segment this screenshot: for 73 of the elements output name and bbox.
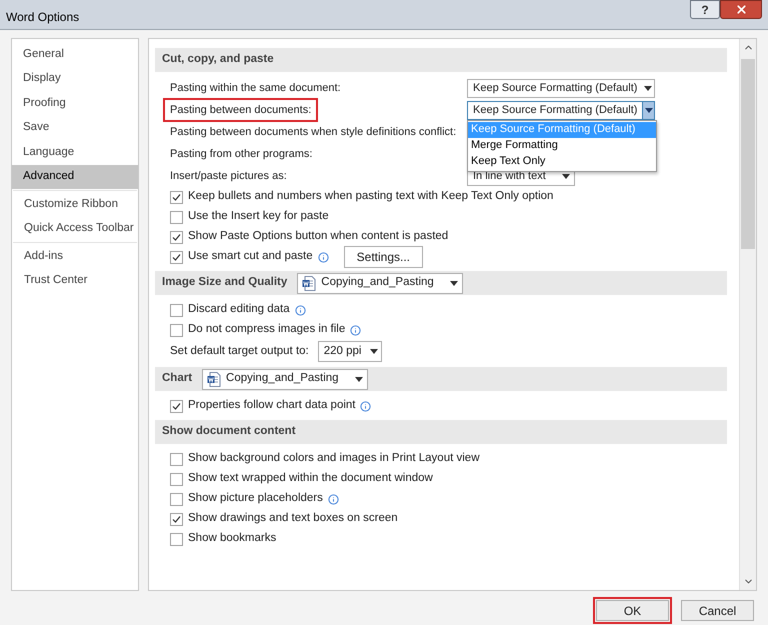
help-button[interactable]: ? [690, 0, 720, 19]
scrollbar[interactable] [739, 39, 756, 590]
dialog-button[interactable]: Cancel [678, 597, 757, 624]
settings-button[interactable]: Settings... [344, 246, 424, 268]
window-title: Word Options [6, 9, 80, 26]
caret-icon [355, 376, 364, 382]
checkbox-label: Do not compress images in file [188, 322, 346, 338]
document-icon [302, 276, 316, 290]
caret-icon [450, 280, 458, 286]
menu-option[interactable]: Merge Formatting [468, 138, 656, 154]
close-button[interactable] [720, 0, 762, 19]
checkbox[interactable] [170, 532, 183, 546]
checkbox-label: Use the Insert key for paste [188, 209, 329, 224]
dropdown[interactable]: 220 ppi [318, 341, 382, 362]
checkbox[interactable] [170, 452, 183, 466]
sidebar-item[interactable]: General [12, 42, 138, 66]
checkbox-label: Show drawings and text boxes on screen [188, 511, 398, 526]
info-icon [318, 252, 329, 262]
checkbox-label: Show bookmarks [188, 531, 276, 546]
caret-icon [644, 108, 653, 112]
checkbox-label: Show picture placeholders [188, 491, 323, 506]
sidebar-item[interactable]: Advanced [12, 164, 138, 189]
sidebar-item[interactable]: Customize Ribbon [13, 192, 137, 216]
checkbox-label: Show background colors and images in Print Layout view [188, 451, 480, 466]
option-label: Pasting within the same document: [169, 80, 342, 96]
checkbox-label: Discard editing data [188, 302, 290, 318]
document-dropdown[interactable]: Copying_and_Pasting [202, 368, 368, 390]
caret-icon [644, 86, 652, 90]
info-icon [294, 304, 306, 316]
checkbox[interactable] [170, 210, 183, 224]
document-icon [207, 372, 222, 386]
sidebar-item[interactable]: Language [12, 140, 138, 164]
section-title: Cut, copy, and paste [162, 52, 274, 68]
sidebar-item[interactable]: Proofing [12, 91, 138, 116]
sidebar-item[interactable]: Save [12, 116, 138, 140]
checkbox-label: Properties follow chart data point [188, 398, 356, 414]
checkbox-label: Keep bullets and numbers when pasting text with Keep Text Only option [188, 189, 554, 204]
checkbox[interactable] [170, 304, 183, 316]
caret-icon [562, 174, 570, 178]
section-title: Show document content [162, 424, 296, 440]
dropdown[interactable]: Keep Source Formatting (Default) [467, 100, 655, 120]
info-icon [328, 494, 339, 504]
sidebar-item[interactable]: Quick Access Toolbar [13, 216, 137, 241]
checkbox[interactable] [170, 190, 183, 204]
scroll-thumb[interactable] [741, 59, 755, 249]
checkbox[interactable] [170, 250, 183, 264]
checkbox[interactable] [170, 472, 183, 486]
checkbox[interactable] [170, 400, 183, 412]
option-label: Insert/paste pictures as: [169, 168, 288, 184]
section-title: Chart [162, 371, 192, 386]
checkbox[interactable] [170, 512, 183, 526]
caret-icon [370, 349, 378, 354]
checkbox[interactable] [170, 324, 183, 336]
checkbox-label: Use smart cut and paste [188, 249, 313, 264]
sidebar-item[interactable]: Add-ins [13, 244, 137, 268]
sidebar-item[interactable]: Display [12, 66, 138, 91]
option-label: Set default target output to: [170, 344, 309, 359]
sidebar-item[interactable]: Trust Center [13, 268, 137, 293]
info-icon [350, 324, 362, 336]
option-label: Pasting from other programs: [169, 146, 314, 162]
option-label: Pasting between documents when style definitions conflict: [169, 124, 458, 140]
option-label: Pasting between documents: [165, 100, 316, 120]
checkbox-label: Show Paste Options button when content is pasted [188, 229, 448, 244]
document-dropdown[interactable]: Copying_and_Pasting [297, 272, 464, 294]
menu-option[interactable]: Keep Text Only [468, 154, 656, 170]
close-icon [734, 3, 748, 16]
checkbox-label: Show text wrapped within the document window [188, 471, 433, 486]
dialog-button[interactable]: OK [593, 597, 672, 624]
dropdown[interactable]: Keep Source Formatting (Default) [467, 78, 655, 98]
checkbox[interactable] [170, 492, 183, 506]
checkbox[interactable] [170, 230, 183, 244]
info-icon [360, 400, 372, 412]
section-title: Image Size and Quality [162, 275, 288, 290]
